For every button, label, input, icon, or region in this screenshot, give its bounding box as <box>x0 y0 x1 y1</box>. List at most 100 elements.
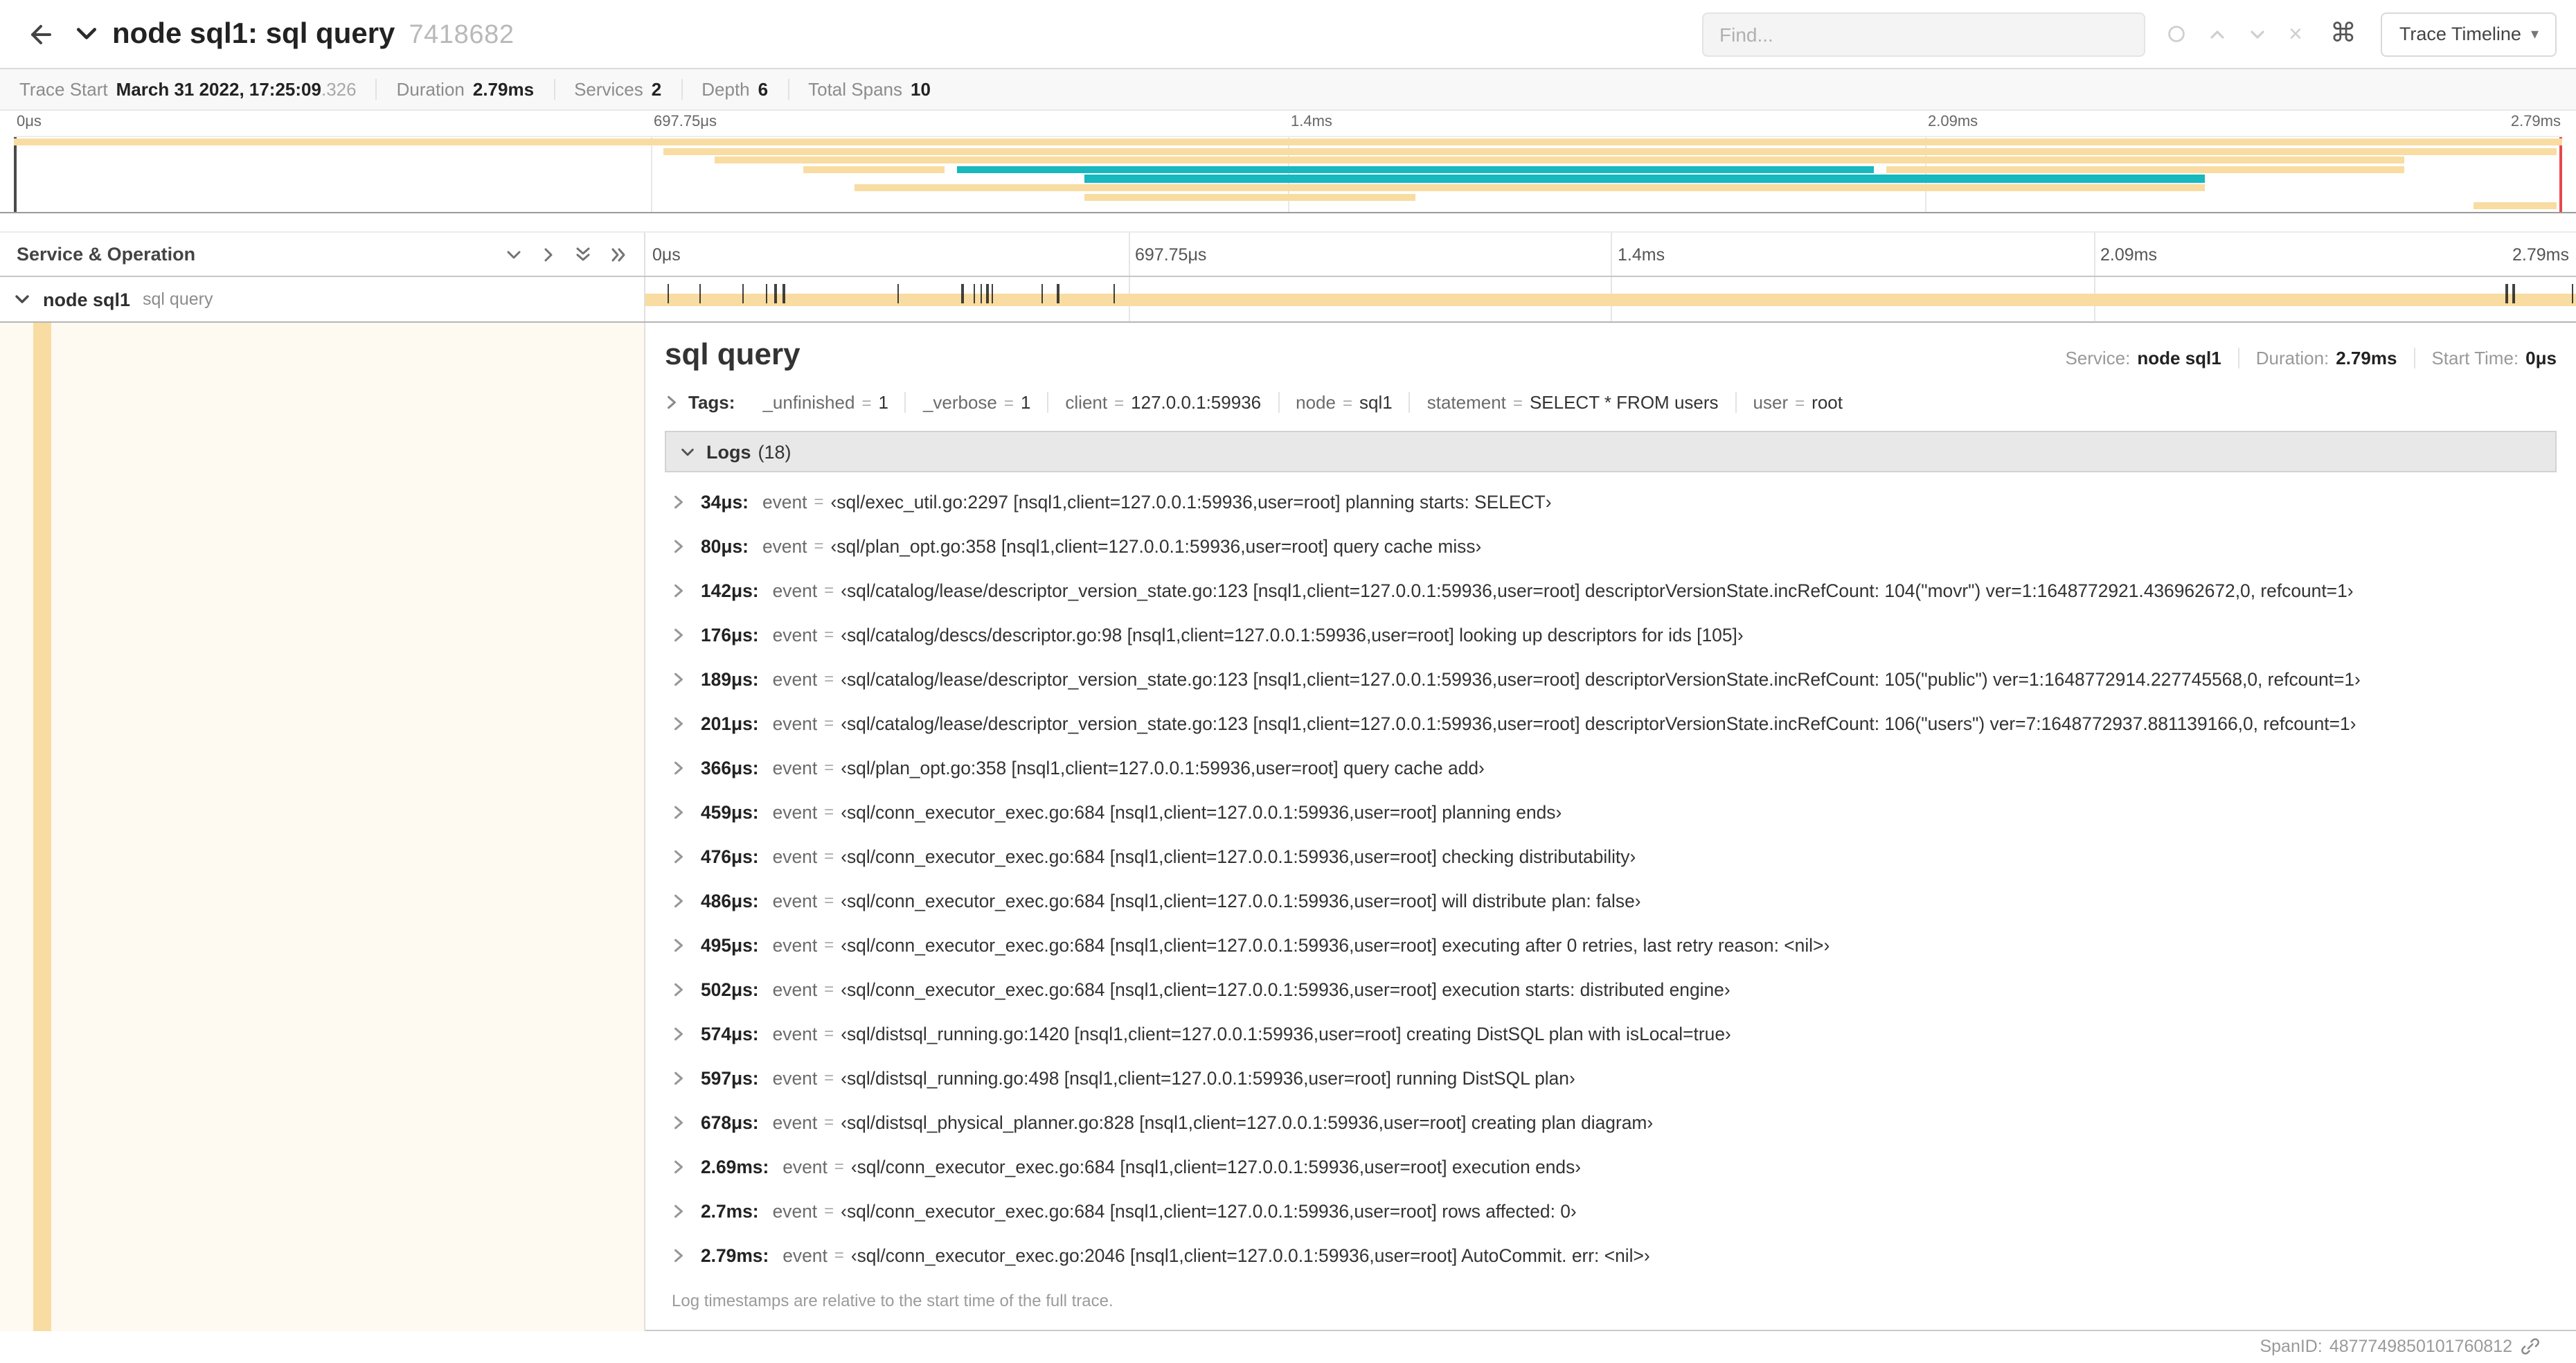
stat-label: Trace Start <box>19 79 108 100</box>
find-input[interactable] <box>1717 21 2129 46</box>
log-row[interactable]: 34μs: event = ‹sql/exec_util.go:2297 [nsql1… <box>672 479 2557 524</box>
tag-item: client = 127.0.0.1:59936 <box>1048 392 1280 413</box>
timeline-header-row: Service & Operation 0μs 697.75μs 1.4ms 2.09… <box>0 231 2576 277</box>
log-row[interactable]: 2.7ms: event = ‹sql/conn_executor_exec.go:6… <box>672 1188 2557 1233</box>
stat-value: 2 <box>651 79 662 100</box>
log-row[interactable]: 366μs: event = ‹sql/plan_opt.go:358 [nsql1,… <box>672 745 2557 790</box>
timeline-gridline <box>1128 233 1129 276</box>
log-field-key: event <box>762 535 807 556</box>
minimap-scrubber-left-handle[interactable] <box>14 137 17 212</box>
minimap-scrubber-right-handle[interactable] <box>2559 137 2562 212</box>
log-field-key: event <box>772 624 818 645</box>
tag-value: 127.0.0.1:59936 <box>1131 392 1262 413</box>
log-marker-tick <box>2512 284 2515 303</box>
log-timestamp: 502μs: <box>701 979 759 999</box>
equals-sign: = <box>1114 393 1125 413</box>
tag-key: _unfinished <box>762 392 855 413</box>
log-timestamp: 495μs: <box>701 934 759 955</box>
chevron-right-icon <box>672 760 701 775</box>
trace-name: node sql1: sql query <box>112 17 395 49</box>
next-result-button[interactable] <box>2248 26 2265 42</box>
minimap-span-bar <box>1084 175 2206 183</box>
trace-stat: Depth 6 <box>682 79 789 100</box>
prev-result-button[interactable] <box>2208 26 2225 42</box>
trace-title-collapse-toggle[interactable] <box>75 22 98 46</box>
log-field-value: ‹sql/distsql_physical_planner.go:828 [ns… <box>841 1112 1654 1132</box>
timeline-tick-label: 2.79ms <box>2512 244 2569 264</box>
log-field-key: event <box>772 1200 818 1221</box>
span-meta-item: Duration: 2.79ms <box>2239 348 2415 368</box>
span-timeline-cell[interactable] <box>645 277 2576 321</box>
log-row[interactable]: 2.79ms: event = ‹sql/conn_executor_exec.go:… <box>672 1233 2557 1277</box>
log-timestamp: 2.69ms: <box>701 1156 769 1177</box>
log-row[interactable]: 476μs: event = ‹sql/conn_executor_exec.go:6… <box>672 834 2557 878</box>
span-detail-header: sql query Service: node sql1 Duration: 2.79… <box>665 337 2557 373</box>
span-name-column[interactable]: node sql1 sql query <box>0 277 645 321</box>
stat-value: March 31 2022, 17:25:09 <box>116 79 321 100</box>
log-row[interactable]: 80μs: event = ‹sql/plan_opt.go:358 [nsql1,c… <box>672 524 2557 568</box>
span-duration-bar[interactable] <box>645 294 2576 306</box>
span-row[interactable]: node sql1 sql query <box>0 277 2576 323</box>
log-timestamp: 34μs: <box>701 491 749 512</box>
view-options-dropdown[interactable]: Trace Timeline ▾ <box>2381 12 2557 56</box>
collapse-one-button[interactable] <box>506 246 522 262</box>
equals-sign: = <box>1512 393 1523 413</box>
logs-accordion-header[interactable]: Logs (18) <box>665 431 2557 472</box>
timeline-tick-label: 697.75μs <box>1135 244 1207 264</box>
span-children-toggle[interactable] <box>14 291 30 308</box>
log-row[interactable]: 486μs: event = ‹sql/conn_executor_exec.go:6… <box>672 878 2557 923</box>
minimap-span-bar <box>663 148 2557 155</box>
log-marker-tick <box>980 284 983 303</box>
log-row[interactable]: 574μs: event = ‹sql/distsql_running.go:1420… <box>672 1011 2557 1055</box>
log-row[interactable]: 495μs: event = ‹sql/conn_executor_exec.go:6… <box>672 923 2557 967</box>
close-icon: × <box>2289 21 2302 47</box>
trace-minimap[interactable]: 0μs 697.75μs 1.4ms 2.09ms 2.79ms <box>0 111 2576 213</box>
focus-matches-button[interactable] <box>2167 25 2185 43</box>
double-chevron-down-icon <box>575 245 591 263</box>
log-field-value: ‹sql/catalog/lease/descriptor_version_st… <box>841 713 2356 733</box>
back-button[interactable] <box>19 10 61 57</box>
minimap-tick-label: 2.09ms <box>1928 114 1978 130</box>
deep-link-button[interactable] <box>2521 1337 2540 1356</box>
log-marker-tick <box>897 284 900 303</box>
log-row[interactable]: 459μs: event = ‹sql/conn_executor_exec.go:6… <box>672 790 2557 834</box>
chevron-right-icon <box>672 671 701 686</box>
stat-value: 10 <box>911 79 931 100</box>
log-row[interactable]: 142μs: event = ‹sql/catalog/lease/descripto… <box>672 568 2557 612</box>
keyboard-shortcuts-button[interactable]: ⌘ <box>2330 21 2356 47</box>
log-row[interactable]: 201μs: event = ‹sql/catalog/lease/descripto… <box>672 701 2557 745</box>
log-row[interactable]: 2.69ms: event = ‹sql/conn_executor_exec.go:… <box>672 1144 2557 1188</box>
log-field-key: event <box>772 757 818 778</box>
logs-title: Logs <box>706 441 751 462</box>
log-row[interactable]: 502μs: event = ‹sql/conn_executor_exec.go:6… <box>672 967 2557 1011</box>
clear-search-button[interactable]: × <box>2289 22 2302 46</box>
logs-footnote: Log timestamps are relative to the start… <box>672 1291 1113 1310</box>
equals-sign: = <box>824 1112 834 1132</box>
chevron-right-icon <box>672 804 701 819</box>
expand-one-button[interactable] <box>540 246 557 262</box>
caret-down-icon: ▾ <box>2530 26 2539 43</box>
minimap-tick-label: 1.4ms <box>1291 114 1332 130</box>
expand-all-button[interactable] <box>609 246 627 262</box>
log-row[interactable]: 597μs: event = ‹sql/distsql_running.go:498 … <box>672 1055 2557 1100</box>
timeline-tick-label: 1.4ms <box>1618 244 1665 264</box>
log-field-key: event <box>782 1245 828 1265</box>
collapse-all-button[interactable] <box>575 245 591 263</box>
trace-id: 7418682 <box>409 20 515 49</box>
log-row[interactable]: 189μs: event = ‹sql/catalog/lease/descripto… <box>672 657 2557 701</box>
tags-accordion[interactable]: Tags: _unfinished = 1 _verbose = 1 client = 127.… <box>665 392 2557 413</box>
minimap-canvas[interactable] <box>14 136 2562 212</box>
log-marker-tick <box>973 284 976 303</box>
log-timestamp: 574μs: <box>701 1023 759 1044</box>
log-row[interactable]: 678μs: event = ‹sql/distsql_physical_planne… <box>672 1100 2557 1144</box>
equals-sign: = <box>824 1024 834 1043</box>
equals-sign: = <box>824 669 834 688</box>
minimap-span-bar <box>855 184 2206 192</box>
chevron-down-icon <box>14 291 30 308</box>
log-field-key: event <box>762 491 807 512</box>
chevron-down-icon <box>2248 26 2265 42</box>
equals-sign: = <box>1003 393 1014 413</box>
top-bar: node sql1: sql query 7418682 × ⌘ <box>0 0 2576 69</box>
span-operation-name: sql query <box>143 289 213 309</box>
log-row[interactable]: 176μs: event = ‹sql/catalog/descs/descripto… <box>672 612 2557 657</box>
